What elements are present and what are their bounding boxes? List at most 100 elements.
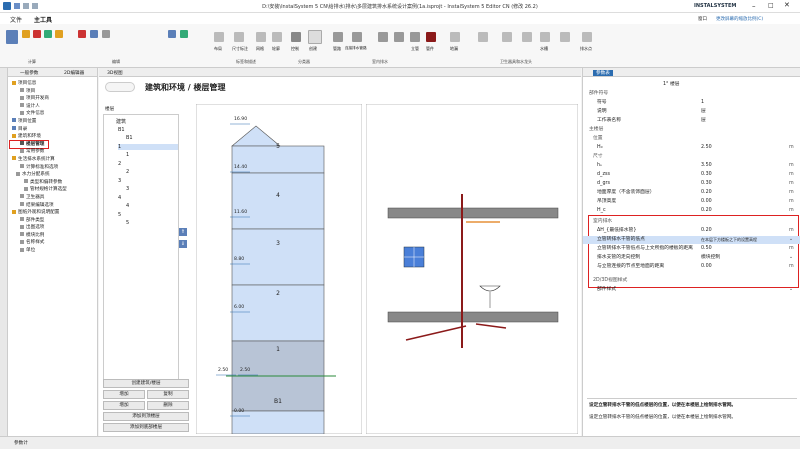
row-floor-thickness[interactable]: 地面厚度（不含装饰面层） 0.20 m [583, 189, 800, 197]
drain-connect-icon[interactable] [352, 32, 362, 42]
create-icon[interactable] [308, 30, 322, 44]
fixture-icon[interactable] [478, 32, 488, 42]
tab-3d-view[interactable]: 3D视图 [107, 70, 123, 76]
row-dzss[interactable]: d_zss 0.30 m [583, 171, 800, 179]
tree-floor-3[interactable]: 3 [118, 178, 121, 184]
tree-item[interactable]: 建筑和环境 [10, 133, 98, 141]
tab-parameters[interactable]: 参数表 [593, 70, 613, 76]
tree-floor-1-sub[interactable]: 1 [126, 152, 129, 158]
tree-item[interactable]: 目录 [10, 126, 98, 134]
menu-file[interactable]: 文件 [10, 15, 22, 24]
row-branch-control[interactable]: 排水支管的走向控制 模块控制 ⌄ [583, 254, 800, 262]
section-2d3d-style[interactable]: 2D/3D视图样式 [583, 277, 800, 285]
dimension-icon[interactable] [234, 32, 244, 42]
create-building-button[interactable]: 创建建筑/楼层 [103, 379, 189, 388]
tree-item-floor-management[interactable]: 楼层管理 [9, 139, 49, 150]
kitchen-sink-icon[interactable] [522, 32, 532, 42]
tree-item[interactable]: 水力分配系统 [10, 171, 98, 179]
grid-icon[interactable] [256, 32, 266, 42]
section-indoor-drainage[interactable]: 室内排水 [583, 218, 800, 226]
row-description[interactable]: 说明层 [583, 108, 800, 116]
tree-floor-4-sub[interactable]: 4 [126, 203, 129, 209]
tree-item[interactable]: 生活排水系统计算 [10, 156, 98, 164]
row-ceiling-height[interactable]: 吊顶高度 0.00 m [583, 198, 800, 206]
move-down-icon[interactable]: ⇓ [179, 240, 187, 248]
tab-2d-editor[interactable]: 2D编辑器 [64, 70, 84, 76]
tree-item[interactable]: 项目信息 [10, 80, 98, 88]
tree-floor-1[interactable]: 1 [118, 144, 178, 150]
add-top-floor-button[interactable]: 添加到顶楼层 [103, 412, 189, 421]
tree-item[interactable]: 文件信息 [10, 110, 98, 118]
quick-undo-icon[interactable] [23, 3, 29, 9]
sink-icon[interactable] [540, 32, 550, 42]
tree-floor-B1-sub[interactable]: B1 [126, 135, 133, 141]
delete-floor-button[interactable]: 删除 [147, 401, 189, 410]
edit2-icon[interactable] [90, 30, 98, 38]
tree-item[interactable]: 项目位置 [10, 118, 98, 126]
tree-item[interactable]: 项目开发商 [10, 95, 98, 103]
pipe-icon[interactable] [333, 32, 343, 42]
label-icon[interactable] [168, 30, 176, 38]
calc3-icon[interactable] [33, 30, 41, 38]
drain-point-icon[interactable] [582, 32, 592, 42]
tree-item[interactable]: 模块比例 [10, 232, 98, 240]
riser-icon[interactable] [410, 32, 420, 42]
washbasin-icon[interactable] [502, 32, 512, 42]
section-position[interactable]: 位置 [583, 135, 800, 143]
move-up-icon[interactable]: ⇑ [179, 228, 187, 236]
copy-floor-button[interactable]: 复制 [147, 390, 189, 399]
tree-item[interactable]: 卫生器具 [10, 194, 98, 202]
tree-item[interactable]: 设计人 [10, 103, 98, 111]
tree-item[interactable]: 管材规格计算选型 [10, 186, 98, 194]
tab-general-params[interactable]: 一般参数 [20, 70, 38, 76]
row-worksheet[interactable]: 工作表名称层 [583, 117, 800, 125]
calc2-icon[interactable] [22, 30, 30, 38]
layout-icon[interactable] [214, 32, 224, 42]
tree-floor-B1[interactable]: B1 [118, 127, 125, 133]
row-component-style[interactable]: 部件样式 ⌄ [583, 286, 800, 294]
maximize-button[interactable]: □ [768, 2, 774, 9]
section-size[interactable]: 尺寸 [583, 153, 800, 161]
row-riser-low-point[interactable]: 立管转排水干管的低点 在本层下方楼板之下的设置高程 ⌄ [583, 236, 800, 244]
edit-icon[interactable] [78, 30, 86, 38]
row-h0[interactable]: H₀ 2.50 m [583, 144, 800, 152]
floor-drain-icon[interactable] [450, 32, 460, 42]
tree-floor-2-sub[interactable]: 2 [126, 169, 129, 175]
tree-item[interactable]: 常用参数 [10, 148, 98, 156]
row-hs[interactable]: hₛ 3.50 m [583, 162, 800, 170]
bottom-tab-parameters[interactable]: 参数计 [14, 440, 28, 446]
outline-icon[interactable] [272, 32, 282, 42]
tree-item[interactable]: 计算标准和选项 [10, 164, 98, 172]
tree-item[interactable]: 类型和偏转参数 [10, 179, 98, 187]
row-delta-h[interactable]: ΔH_{最低排水管} 0.20 m [583, 227, 800, 235]
add-floor-below-button[interactable]: 增加 [103, 401, 145, 410]
row-node-distance[interactable]: 与立管连接的节点至地面的距离 0.00 m [583, 263, 800, 271]
close-button[interactable]: ✕ [784, 1, 790, 9]
tree-floor-5[interactable]: 5 [118, 212, 121, 218]
quick-redo-icon[interactable] [32, 3, 38, 9]
calc-icon[interactable] [6, 30, 18, 44]
tree-building[interactable]: 建筑 [116, 118, 126, 125]
quick-save-icon[interactable] [14, 3, 20, 9]
zoom-link[interactable]: 更改屏幕的缩放比例(C) [716, 16, 763, 22]
edit3-icon[interactable] [102, 30, 110, 38]
fitting-icon[interactable] [426, 32, 436, 42]
tank-icon[interactable] [378, 32, 388, 42]
window-menu[interactable]: 窗口 [698, 16, 707, 22]
tree-item[interactable]: 图纸外观和说明配置 [10, 209, 98, 217]
row-hc[interactable]: H_c 0.20 m [583, 207, 800, 215]
tree-item[interactable]: 部件类型 [10, 217, 98, 225]
chevron-down-icon[interactable]: ⌄ [789, 236, 793, 244]
row-symbol[interactable]: 符号 1 [583, 99, 800, 107]
tree-item[interactable]: 单位 [10, 247, 98, 255]
chevron-down-icon[interactable]: ⌄ [789, 254, 793, 262]
minimize-button[interactable]: – [752, 2, 756, 10]
bath-icon[interactable] [560, 32, 570, 42]
calc4-icon[interactable] [44, 30, 52, 38]
tree-floor-5-sub[interactable]: 5 [126, 220, 129, 226]
chevron-down-icon[interactable]: ⌄ [789, 286, 793, 294]
row-low-point-distance[interactable]: 立管转排水干管低点与上文所指的楼板的距离 0.50 m [583, 245, 800, 253]
tree-floor-3-sub[interactable]: 3 [126, 186, 129, 192]
row-dgrs[interactable]: d_grs 0.30 m [583, 180, 800, 188]
label2-icon[interactable] [180, 30, 188, 38]
